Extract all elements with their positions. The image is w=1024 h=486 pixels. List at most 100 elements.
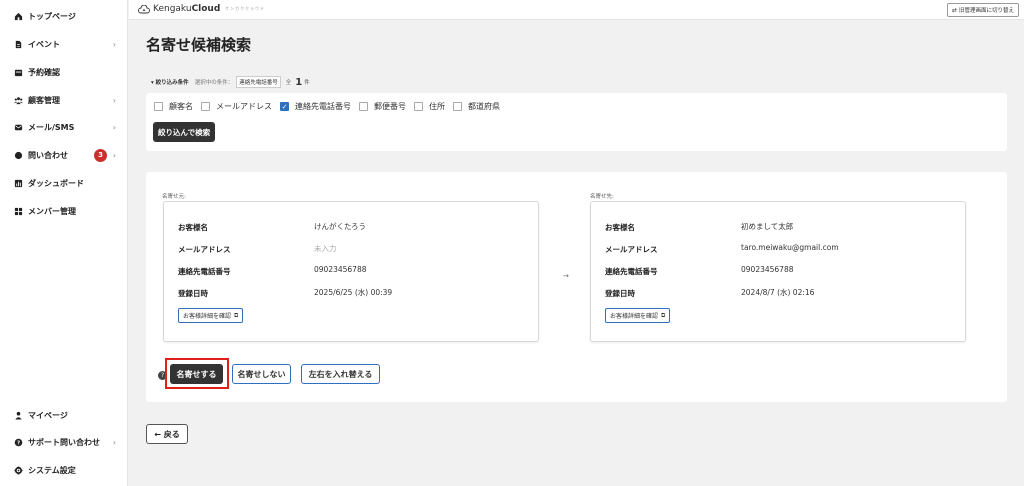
top-bar: KengakuCloud ケンガククラウド ⇄ 旧管理画面に切り替え xyxy=(129,0,1024,20)
merge-arrow-icon: → xyxy=(563,272,569,280)
target-registered: 2024/8/7 (水) 02:16 xyxy=(741,288,815,297)
result-count: 1 xyxy=(295,76,303,88)
source-detail-button[interactable]: お客様詳細を確認 ⧉ xyxy=(178,308,244,323)
record-row: 連絡先電話番号 09023456788 xyxy=(178,265,518,278)
target-detail-button[interactable]: お客様詳細を確認 ⧉ xyxy=(605,308,671,323)
record-row: メールアドレス 未入力 xyxy=(178,244,518,256)
sidebar-item-label: トップページ xyxy=(28,11,76,21)
chat-icon xyxy=(14,151,23,160)
source-record-card: お客様名 けんがくたろう メールアドレス 未入力 連絡先電話番号 0902345… xyxy=(163,201,539,342)
target-email: taro.meiwaku@gmail.com xyxy=(741,243,839,252)
filter-search-button[interactable]: 絞り込んで検索 xyxy=(153,122,216,142)
filter-option-phone[interactable]: ✓ 連絡先電話番号 xyxy=(280,101,351,112)
filter-option-email[interactable]: メールアドレス xyxy=(201,101,272,112)
switch-icon: ⇄ xyxy=(951,6,957,14)
chart-icon xyxy=(14,179,23,188)
sidebar-item-reservation[interactable]: 予約確認 xyxy=(14,63,122,81)
filter-option-prefecture[interactable]: 都道府県 xyxy=(453,101,500,112)
source-label: 名寄せ元: xyxy=(162,194,186,200)
sidebar-item-label: イベント xyxy=(28,39,60,49)
source-registered: 2025/6/25 (水) 00:39 xyxy=(314,288,393,297)
person-icon xyxy=(14,411,23,420)
field-label: お客様名 xyxy=(605,223,635,232)
record-row: お客様名 けんがくたろう xyxy=(178,222,518,234)
switch-old-admin-button[interactable]: ⇄ 旧管理画面に切り替え xyxy=(946,3,1019,17)
brand-subtitle: ケンガククラウド xyxy=(225,6,266,11)
chevron-right-icon: › xyxy=(112,95,116,105)
document-icon xyxy=(14,40,23,49)
users-icon xyxy=(14,96,23,105)
record-row: 連絡先電話番号 09023456788 xyxy=(605,265,945,278)
selected-conditions-label: 選択中の条件： xyxy=(194,80,234,86)
sidebar-item-customers[interactable]: 顧客管理 › xyxy=(14,91,122,109)
page-title: 名寄せ候補検索 xyxy=(146,36,252,54)
checkbox[interactable] xyxy=(154,102,163,111)
calendar-icon xyxy=(14,68,23,77)
field-label: 連絡先電話番号 xyxy=(605,267,658,276)
sidebar-item-label: 予約確認 xyxy=(28,67,60,77)
selected-condition-tag: 連絡先電話番号 xyxy=(236,76,281,88)
external-link-icon: ⧉ xyxy=(234,311,239,319)
sidebar-item-top[interactable]: トップページ xyxy=(14,7,122,25)
sidebar-item-members[interactable]: メンバー管理 xyxy=(14,202,122,220)
swap-button[interactable]: 左右を入れ替える xyxy=(301,364,380,384)
record-row: 登録日時 2024/8/7 (水) 02:16 xyxy=(605,288,945,300)
checkbox[interactable] xyxy=(453,102,462,111)
home-icon xyxy=(14,12,23,21)
sidebar-item-support[interactable]: ? サポート問い合わせ › xyxy=(14,433,122,451)
svg-text:?: ? xyxy=(17,440,20,446)
sidebar-item-event[interactable]: イベント › xyxy=(14,35,122,53)
back-button[interactable]: ← 戻る xyxy=(146,424,188,444)
sidebar-item-label: 顧客管理 xyxy=(28,95,60,105)
filter-panel: 顧客名 メールアドレス ✓ 連絡先電話番号 郵便番号 住所 都道府県 絞り込んで検… xyxy=(146,93,1007,151)
count-unit: 件 xyxy=(304,80,310,86)
field-label: 登録日時 xyxy=(178,289,208,298)
sidebar: トップページ イベント › 予約確認 顧客管理 › メール/SMS › 問い合わ… xyxy=(0,0,128,486)
checkbox[interactable] xyxy=(201,102,210,111)
filter-toggle[interactable]: ▾ 絞り込み条件 xyxy=(151,78,189,86)
checkbox[interactable] xyxy=(359,102,368,111)
cloud-logo-icon xyxy=(138,4,150,14)
target-record-card: お客様名 初めまして太郎 メールアドレス taro.meiwaku@gmail.… xyxy=(590,201,966,342)
checkbox[interactable] xyxy=(414,102,423,111)
sidebar-item-label: システム設定 xyxy=(28,465,76,475)
merge-button[interactable]: 名寄せする xyxy=(170,364,223,384)
filter-options: 顧客名 メールアドレス ✓ 連絡先電話番号 郵便番号 住所 都道府県 xyxy=(154,101,508,112)
record-row: お客様名 初めまして太郎 xyxy=(605,222,945,234)
record-row: メールアドレス taro.meiwaku@gmail.com xyxy=(605,243,945,256)
sidebar-item-label: ダッシュボード xyxy=(28,178,84,188)
sidebar-item-mypage[interactable]: マイページ xyxy=(14,406,122,424)
chevron-right-icon: › xyxy=(112,437,116,447)
sidebar-item-label: サポート問い合わせ xyxy=(28,437,100,447)
brand-bold: Cloud xyxy=(191,4,221,14)
sidebar-item-settings[interactable]: システム設定 xyxy=(14,461,122,479)
sidebar-item-dashboard[interactable]: ダッシュボード xyxy=(14,174,122,192)
target-phone: 09023456788 xyxy=(741,265,794,274)
sidebar-item-inquiry[interactable]: 問い合わせ 3 › xyxy=(14,146,122,164)
chevron-right-icon: › xyxy=(112,150,116,160)
brand-logo[interactable]: KengakuCloud ケンガククラウド xyxy=(138,4,265,14)
filter-option-name[interactable]: 顧客名 xyxy=(154,101,193,112)
field-label: メールアドレス xyxy=(605,245,658,254)
no-merge-button[interactable]: 名寄せしない xyxy=(232,364,291,384)
mail-icon xyxy=(14,123,23,132)
sidebar-item-mail[interactable]: メール/SMS › xyxy=(14,118,122,136)
target-label: 名寄せ先: xyxy=(590,194,614,200)
sidebar-item-label: 問い合わせ xyxy=(28,150,68,160)
count-prefix: 全 xyxy=(285,80,292,86)
field-label: 連絡先電話番号 xyxy=(178,267,231,276)
filter-option-zip[interactable]: 郵便番号 xyxy=(359,101,406,112)
brand-prefix: Kengaku xyxy=(153,4,192,14)
field-label: メールアドレス xyxy=(178,245,231,254)
field-label: 登録日時 xyxy=(605,289,635,298)
checkbox-checked[interactable]: ✓ xyxy=(280,102,289,111)
source-name: けんがくたろう xyxy=(314,222,367,231)
gear-icon xyxy=(14,465,23,475)
help-icon: ? xyxy=(14,438,23,447)
sidebar-item-label: マイページ xyxy=(28,410,68,420)
sidebar-item-label: メール/SMS xyxy=(28,122,75,132)
chevron-right-icon: › xyxy=(112,39,116,49)
field-label: お客様名 xyxy=(178,223,208,232)
filter-option-address[interactable]: 住所 xyxy=(414,101,445,112)
external-link-icon: ⧉ xyxy=(661,311,666,319)
